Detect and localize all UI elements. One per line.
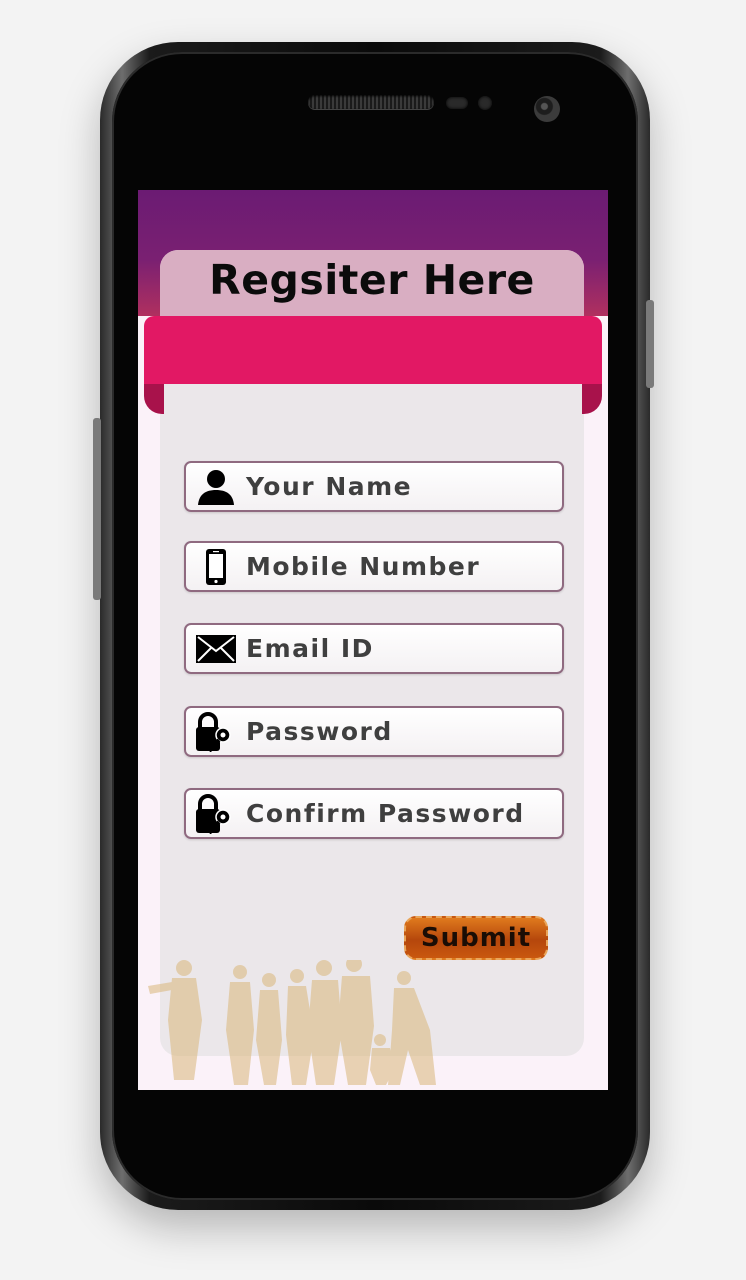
ribbon-banner xyxy=(144,316,602,384)
name-field-label: Your Name xyxy=(246,472,413,501)
phone-side-button-right xyxy=(646,300,654,388)
password-field-label: Password xyxy=(246,717,393,746)
mobile-field[interactable]: Mobile Number xyxy=(184,541,564,592)
proximity-sensor xyxy=(446,97,468,109)
light-sensor xyxy=(478,96,492,110)
email-field[interactable]: Email ID xyxy=(184,623,564,674)
mobile-field-label: Mobile Number xyxy=(246,552,481,581)
front-camera xyxy=(534,96,560,122)
phone-side-button-left xyxy=(93,418,101,600)
page-title: Regsiter Here xyxy=(209,256,535,304)
mobile-icon xyxy=(186,543,246,590)
envelope-icon xyxy=(186,625,246,672)
lock-key-icon xyxy=(186,708,246,755)
crowd-silhouette-image xyxy=(148,960,436,1085)
earpiece-speaker xyxy=(308,95,434,109)
person-icon xyxy=(186,463,246,510)
app-screen: Regsiter Here Your Name Mobile Number Em… xyxy=(138,190,608,1090)
email-field-label: Email ID xyxy=(246,634,374,663)
submit-button[interactable]: Submit xyxy=(404,916,548,960)
password-field[interactable]: Password xyxy=(184,706,564,757)
confirm-password-field[interactable]: Confirm Password xyxy=(184,788,564,839)
confirm-password-field-label: Confirm Password xyxy=(246,799,525,828)
lock-key-icon xyxy=(186,790,246,837)
name-field[interactable]: Your Name xyxy=(184,461,564,512)
